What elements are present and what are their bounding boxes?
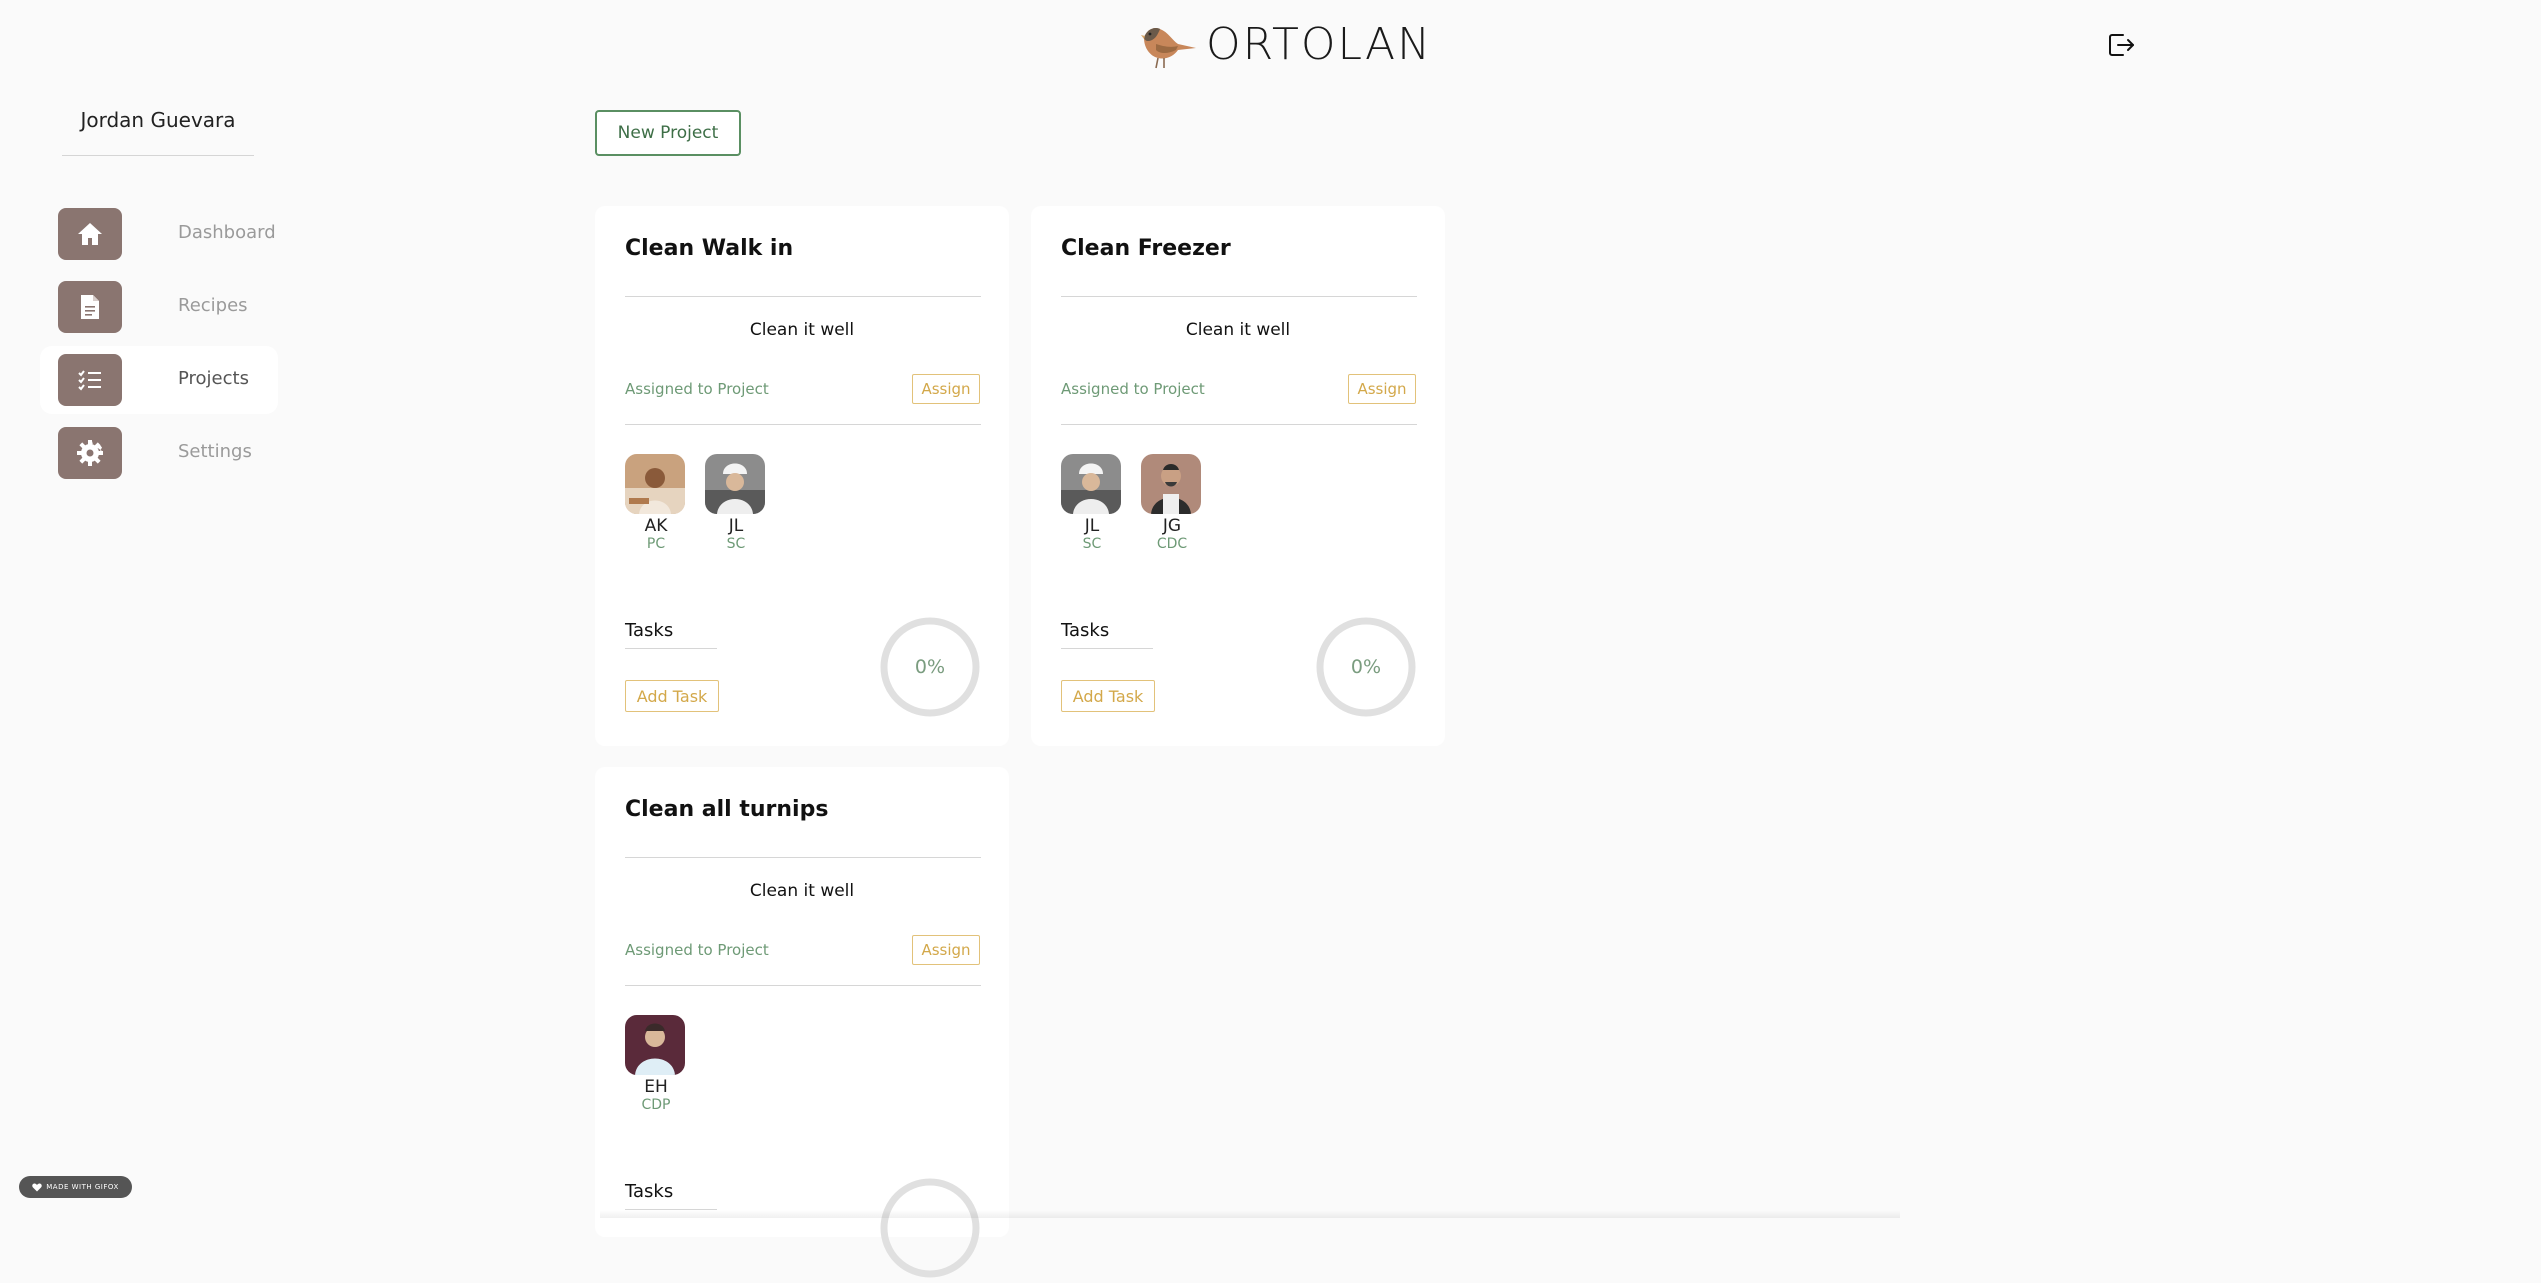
assigned-label: Assigned to Project [1061,380,1205,398]
bottom-shadow [600,1210,1900,1218]
member-initials: EH [644,1077,668,1097]
divider [625,857,981,858]
avatar [1141,454,1201,514]
member-role: SC [726,536,746,552]
made-with-badge: MADE WITH GIFOX [19,1176,132,1198]
sidebar-item-label: Dashboard [178,222,276,243]
sidebar-item-recipes[interactable]: Recipes [40,273,278,341]
made-with-label: MADE WITH GIFOX [46,1183,119,1191]
assigned-label: Assigned to Project [625,380,769,398]
avatar [625,1015,685,1075]
avatar [705,454,765,514]
project-description: Clean it well [1185,320,1291,340]
tasks-label: Tasks [625,1181,674,1202]
sidebar-item-label: Settings [178,441,252,462]
project-card: Clean Walk in Clean it well Assigned to … [595,206,1009,746]
member-role: SC [1082,536,1102,552]
member-role: PC [646,536,666,552]
progress-ring [879,1177,981,1279]
project-title: Clean all turnips [625,797,829,822]
tasks-divider [1061,648,1153,649]
home-icon [58,208,122,260]
member-role: CDC [1156,536,1188,552]
member-initials: JL [728,516,744,536]
divider [625,985,981,986]
gear-icon [58,427,122,479]
member-avatar[interactable]: JL SC [1061,454,1123,552]
progress-value: 0% [914,656,946,678]
user-name: Jordan Guevara [80,108,236,132]
progress-ring: 0% [1315,616,1417,718]
member-initials: AK [644,516,668,536]
member-avatar[interactable]: AK PC [625,454,687,552]
member-avatar[interactable]: JG CDC [1141,454,1203,552]
avatar [1061,454,1121,514]
brand-name: ORTOLAN [1206,18,1433,70]
sidebar-item-projects[interactable]: Projects [40,346,278,414]
brand-logo[interactable]: ORTOLAN [1138,14,1432,74]
divider [1061,424,1417,425]
logout-icon[interactable] [2106,30,2136,60]
member-avatar[interactable]: JL SC [705,454,767,552]
sidebar-item-settings[interactable]: Settings [40,419,278,487]
progress-value: 0% [1350,656,1382,678]
progress-ring: 0% [879,616,981,718]
assign-button[interactable]: Assign [912,935,980,965]
heart-icon [32,1183,42,1191]
member-initials: JL [1084,516,1100,536]
member-avatar[interactable]: EH CDP [625,1015,687,1113]
assigned-label: Assigned to Project [625,941,769,959]
document-icon [58,281,122,333]
member-initials: JG [1162,516,1182,536]
divider [625,296,981,297]
sidebar-item-dashboard[interactable]: Dashboard [40,200,278,268]
assign-button[interactable]: Assign [1348,374,1416,404]
sidebar-item-label: Recipes [178,295,248,316]
project-card: Clean Freezer Clean it well Assigned to … [1031,206,1445,746]
tasks-label: Tasks [625,620,674,641]
list-icon [58,354,122,406]
project-description: Clean it well [749,881,855,901]
tasks-divider [625,648,717,649]
tasks-label: Tasks [1061,620,1110,641]
new-project-button[interactable]: New Project [595,110,741,156]
avatar [625,454,685,514]
member-role: CDP [641,1097,671,1113]
project-title: Clean Walk in [625,236,794,261]
divider [1061,296,1417,297]
project-card: Clean all turnips Clean it well Assigned… [595,767,1009,1278]
divider [625,424,981,425]
sidebar-item-label: Projects [178,368,249,389]
user-divider [62,155,254,156]
project-description: Clean it well [749,320,855,340]
project-title: Clean Freezer [1061,236,1231,261]
add-task-button[interactable]: Add Task [1061,680,1155,712]
add-task-button[interactable]: Add Task [625,680,719,712]
assign-button[interactable]: Assign [912,374,980,404]
bird-logo-icon [1141,28,1196,69]
